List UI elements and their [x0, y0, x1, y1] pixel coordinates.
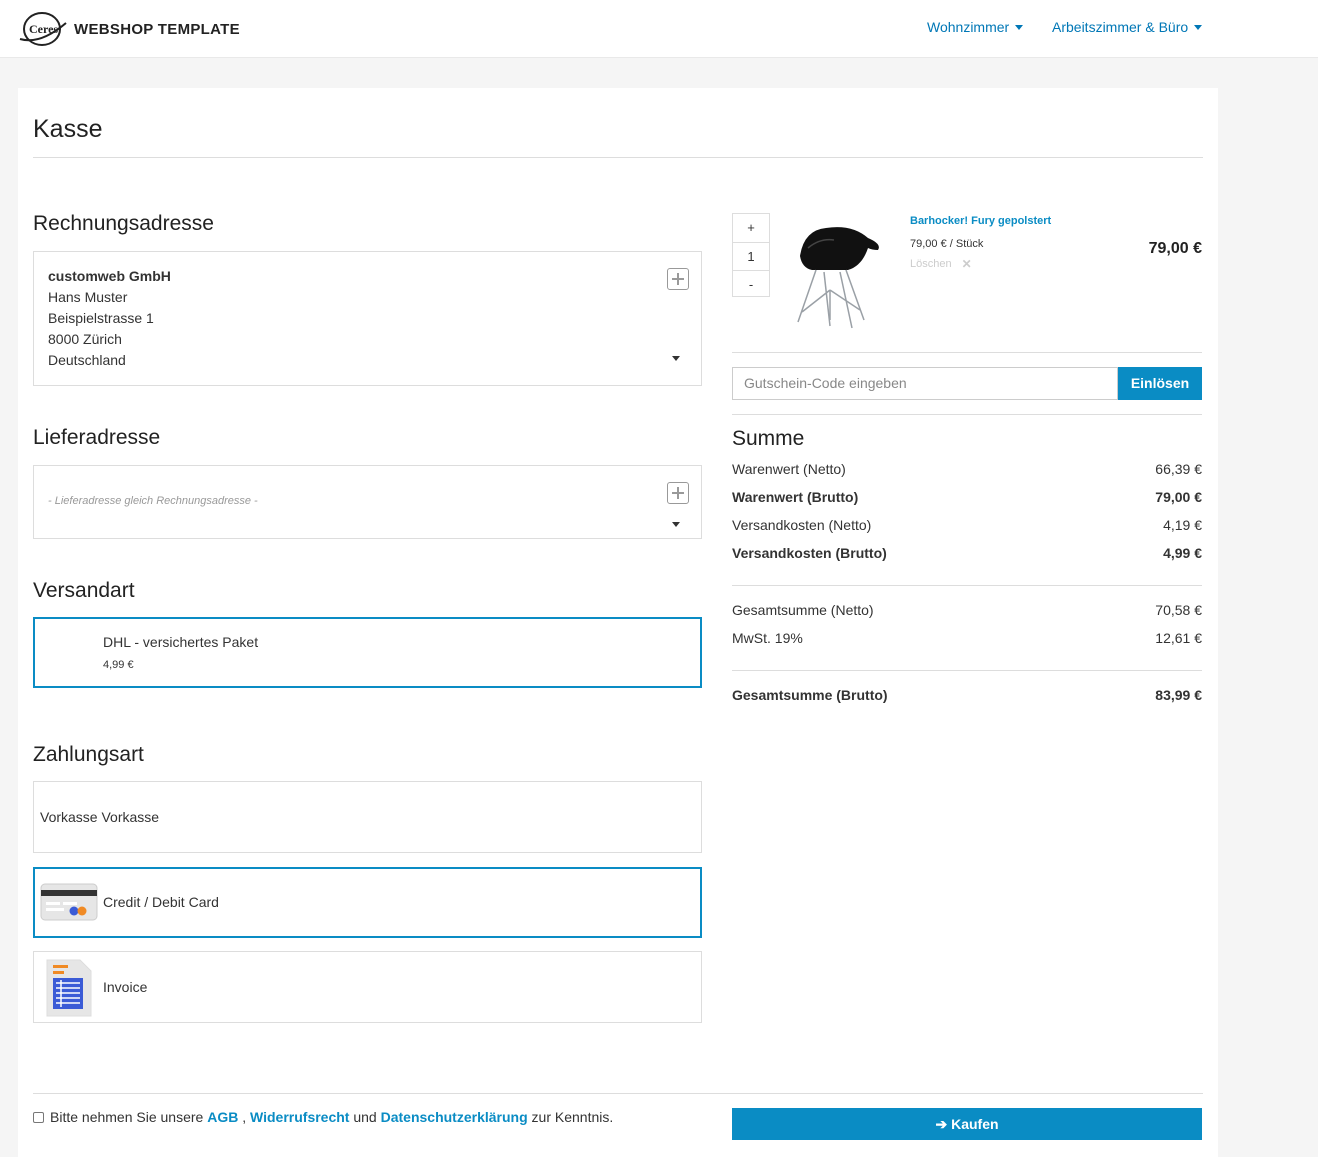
payment-option-invoice[interactable]: Invoice	[33, 951, 702, 1023]
page-title: Kasse	[33, 115, 103, 143]
chevron-down-icon[interactable]	[672, 522, 680, 527]
item-total: 79,00 €	[1148, 240, 1202, 257]
qty-minus-button[interactable]: -	[733, 270, 769, 298]
payment-option-label: Vorkasse Vorkasse	[40, 809, 159, 825]
payment-option-desc: Vorkasse	[101, 809, 160, 825]
billing-country: Deutschland	[48, 352, 126, 368]
total-value: 66,39 €	[1155, 461, 1202, 477]
add-address-icon[interactable]	[667, 268, 689, 290]
agb-link[interactable]: AGB	[207, 1109, 238, 1125]
shipping-method-price: 4,99 €	[103, 659, 134, 671]
buy-button[interactable]: ➔ Kaufen	[732, 1108, 1202, 1140]
total-row: Gesamtsumme (Netto) 70,58 €	[732, 602, 1202, 622]
chevron-down-icon	[1015, 24, 1024, 30]
add-address-icon[interactable]	[667, 482, 689, 504]
chevron-down-icon	[1194, 24, 1203, 30]
nav-label: Wohnzimmer	[927, 19, 1010, 35]
divider	[732, 414, 1202, 415]
voucher-input[interactable]: Gutschein-Code eingeben	[732, 367, 1118, 400]
total-row: Warenwert (Brutto) 79,00 €	[732, 489, 1202, 509]
qty-value[interactable]: 1	[733, 242, 769, 270]
logo[interactable]: Ceres WEBSHOP TEMPLATE	[18, 9, 240, 49]
terms-suffix: zur Kenntnis.	[531, 1109, 614, 1125]
total-label: Gesamtsumme (Brutto)	[732, 687, 888, 703]
totals-heading: Summe	[732, 427, 805, 450]
terms-comma: ,	[242, 1109, 247, 1125]
shipping-method-option[interactable]: DHL - versichertes Paket 4,99 €	[33, 617, 702, 688]
product-unit-price: 79,00 € / Stück	[910, 238, 984, 250]
total-row: MwSt. 19% 12,61 €	[732, 630, 1202, 650]
total-value: 70,58 €	[1155, 602, 1202, 618]
terms-acceptance: Bitte nehmen Sie unsere AGB , Widerrufsr…	[33, 1109, 613, 1125]
total-label: Versandkosten (Netto)	[732, 517, 872, 533]
billing-heading: Rechnungsadresse	[33, 212, 214, 235]
buy-button-label: Kaufen	[951, 1116, 999, 1132]
total-label: MwSt. 19%	[732, 630, 803, 646]
total-value: 79,00 €	[1155, 489, 1202, 505]
payment-option-credit-card[interactable]: Credit / Debit Card	[33, 867, 702, 938]
total-value: 83,99 €	[1155, 687, 1202, 703]
chevron-down-icon[interactable]	[672, 356, 680, 361]
payment-option-label: Credit / Debit Card	[103, 894, 219, 910]
logo-mark: Ceres	[18, 9, 68, 49]
checkout-card: Kasse Rechnungsadresse customweb GmbH Ha…	[18, 88, 1218, 1157]
nav-label: Arbeitszimmer & Büro	[1052, 19, 1189, 35]
nav-wohnzimmer[interactable]: Wohnzimmer	[927, 19, 1024, 35]
payment-option-label: Invoice	[103, 979, 148, 995]
divider	[33, 157, 1203, 158]
shipping-method-name: DHL - versichertes Paket	[103, 634, 259, 650]
nav-arbeitszimmer[interactable]: Arbeitszimmer & Büro	[1052, 19, 1203, 35]
terms-prefix: Bitte nehmen Sie unsere	[50, 1109, 204, 1125]
total-value: 4,99 €	[1163, 545, 1202, 561]
top-navbar: Ceres WEBSHOP TEMPLATE Wohnzimmer Arbeit…	[0, 0, 1318, 58]
total-row: Versandkosten (Brutto) 4,99 €	[732, 545, 1202, 565]
payment-option-title: Vorkasse	[40, 809, 98, 825]
withdrawal-link[interactable]: Widerrufsrecht	[250, 1109, 349, 1125]
logo-text: Ceres	[29, 22, 58, 36]
total-label: Versandkosten (Brutto)	[732, 545, 887, 561]
total-value: 4,19 €	[1163, 517, 1202, 533]
credit-card-icon	[40, 883, 98, 924]
privacy-link[interactable]: Datenschutzerklärung	[381, 1109, 528, 1125]
redeem-voucher-button[interactable]: Einlösen	[1118, 367, 1202, 400]
product-image[interactable]	[790, 216, 886, 335]
brand-name: WEBSHOP TEMPLATE	[74, 20, 240, 38]
product-name-link[interactable]: Barhocker! Fury gepolstert	[910, 215, 1051, 227]
divider	[732, 585, 1202, 586]
billing-street: Beispielstrasse 1	[48, 310, 154, 326]
qty-plus-button[interactable]: +	[733, 214, 769, 242]
billing-city: 8000 Zürich	[48, 331, 122, 347]
total-label: Gesamtsumme (Netto)	[732, 602, 874, 618]
payment-heading: Zahlungsart	[33, 743, 144, 766]
shipping-address-heading: Lieferadresse	[33, 426, 161, 449]
shipping-method-heading: Versandart	[33, 579, 135, 602]
terms-and: und	[353, 1109, 377, 1125]
delete-label: Löschen	[910, 258, 952, 270]
divider	[732, 670, 1202, 671]
total-row: Warenwert (Netto) 66,39 €	[732, 461, 1202, 481]
shipping-address-select[interactable]: - Lieferadresse gleich Rechnungsadresse …	[33, 465, 702, 539]
billing-company: customweb GmbH	[48, 268, 171, 284]
billing-address-select[interactable]: customweb GmbH Hans Muster Beispielstras…	[33, 251, 702, 386]
terms-checkbox[interactable]	[33, 1111, 44, 1123]
total-row: Versandkosten (Netto) 4,19 €	[732, 517, 1202, 537]
total-label: Warenwert (Netto)	[732, 461, 846, 477]
close-icon: ✕	[961, 257, 972, 271]
divider	[33, 1093, 1203, 1094]
grand-total-row: Gesamtsumme (Brutto) 83,99 €	[732, 687, 1202, 707]
total-value: 12,61 €	[1155, 630, 1202, 646]
total-label: Warenwert (Brutto)	[732, 489, 859, 505]
quantity-stepper: + 1 -	[732, 213, 770, 297]
billing-name: Hans Muster	[48, 289, 128, 305]
divider	[732, 352, 1202, 353]
arrow-right-icon: ➔	[935, 1116, 948, 1132]
shipping-address-placeholder: - Lieferadresse gleich Rechnungsadresse …	[48, 495, 258, 507]
invoice-icon	[46, 959, 92, 1020]
delete-item-button[interactable]: Löschen ✕	[910, 257, 972, 271]
payment-option-vorkasse[interactable]: Vorkasse Vorkasse	[33, 781, 702, 853]
